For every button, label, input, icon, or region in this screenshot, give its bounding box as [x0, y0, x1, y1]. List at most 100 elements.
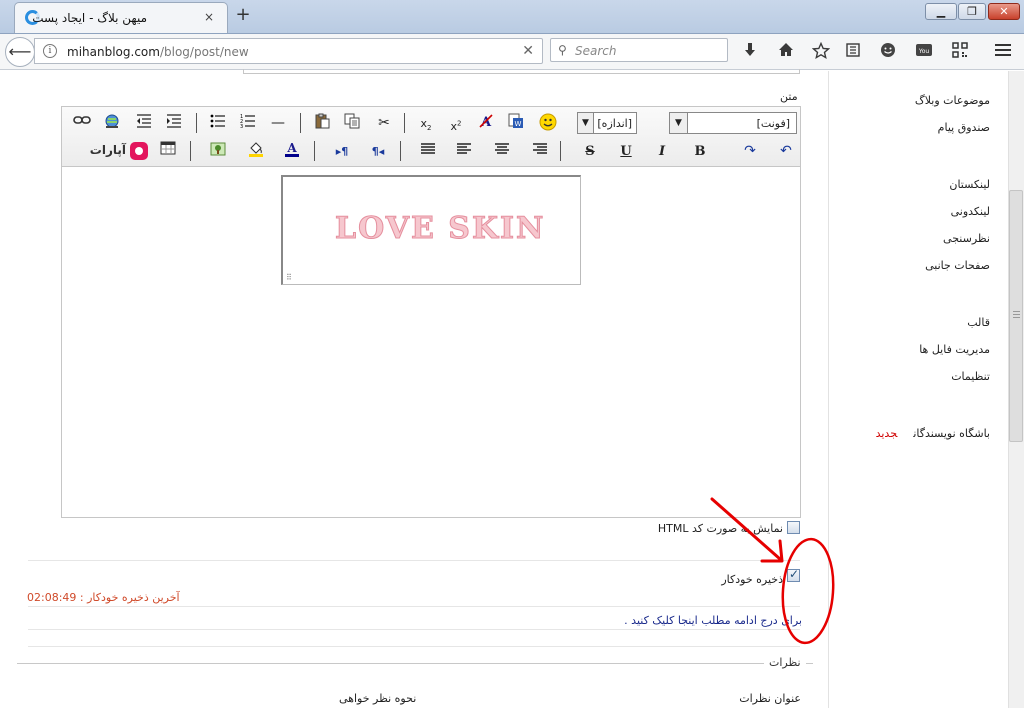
unordered-list-button[interactable] — [208, 113, 228, 133]
sidebar-item-link-dump[interactable]: لینکدونی — [951, 205, 990, 218]
align-center-button[interactable] — [492, 141, 512, 161]
divider — [28, 629, 800, 630]
strikethrough-icon: S — [585, 144, 595, 159]
superscript-button[interactable]: x2 — [446, 113, 466, 133]
body-label: متن — [780, 90, 798, 103]
window-close-button[interactable]: ✕ — [988, 3, 1020, 20]
resize-grip-icon[interactable]: ⠿ — [286, 273, 292, 282]
ltr-direction-button[interactable]: ▸¶ — [332, 141, 352, 161]
align-justify-icon — [421, 143, 435, 154]
toolbar-separator — [404, 113, 405, 133]
title-input-bottom[interactable] — [243, 69, 800, 74]
font-size-select[interactable]: ▼ [اندازه] — [577, 112, 637, 134]
horizontal-rule-icon: — — [271, 115, 285, 131]
toolbar-separator — [400, 141, 401, 161]
align-justify-button[interactable] — [418, 141, 438, 161]
site-info-icon[interactable]: i — [43, 44, 57, 58]
subscript-icon: x2 — [420, 117, 432, 133]
smiley-addon-icon[interactable] — [878, 42, 898, 62]
font-select[interactable]: ▼ [فونت] — [669, 112, 797, 134]
horizontal-rule-button[interactable]: — — [268, 113, 288, 133]
aparat-logo-icon — [130, 142, 148, 160]
downloads-icon[interactable] — [740, 42, 760, 62]
paste-from-word-button[interactable]: W — [506, 113, 526, 133]
aparat-video-button[interactable]: آپارات — [86, 141, 148, 161]
smiley-icon — [539, 113, 557, 131]
cut-button[interactable]: ✂ — [374, 113, 394, 133]
comments-legend: نظرات — [764, 656, 806, 669]
youtube-icon[interactable]: You — [914, 42, 934, 62]
aparat-label: آپارات — [89, 143, 126, 157]
unlink-button[interactable] — [72, 113, 92, 133]
emoticon-button[interactable] — [538, 113, 558, 133]
indent-button[interactable] — [164, 113, 184, 133]
address-bar[interactable]: i mihanblog.com/blog/post/new ✕ — [34, 38, 543, 64]
sidebar-item-file-manager[interactable]: مدیریت فایل ها — [919, 343, 990, 356]
superscript-icon: x2 — [450, 119, 462, 133]
sidebar-item-settings[interactable]: تنظیمات — [951, 370, 990, 383]
search-box[interactable]: ⚲ Search — [550, 38, 728, 62]
rich-text-editor[interactable]: ▼ [فونت] ▼ [اندازه] W A x2 x2 ✂ — [61, 106, 801, 518]
reader-list-icon[interactable] — [843, 42, 863, 62]
insert-table-button[interactable] — [158, 141, 178, 161]
svg-text:3: 3 — [240, 124, 243, 129]
page-scrollbar-thumb[interactable] — [1009, 190, 1023, 442]
image-icon — [210, 142, 226, 156]
sidebar-item-blog-topics[interactable]: موضوعات وبلاگ — [915, 94, 990, 107]
back-button[interactable]: ⟵ — [5, 37, 35, 67]
font-color-button[interactable]: A — [282, 141, 302, 161]
remove-format-button[interactable]: A — [476, 113, 496, 133]
window-minimize-button[interactable]: ▁ — [925, 3, 957, 20]
tab-close-icon[interactable]: × — [201, 9, 217, 25]
comments-mode-label: نحوه نظر خواهی — [339, 692, 417, 705]
sidebar-item-polls[interactable]: نظرسنجی — [943, 232, 990, 245]
paste-icon — [315, 113, 330, 129]
browser-tab-active[interactable]: میهن بلاگ - ایجاد پست × — [14, 2, 228, 33]
redo-button[interactable]: ↷ — [740, 141, 760, 161]
word-icon: W — [508, 113, 523, 128]
font-select-value: [فونت] — [756, 117, 790, 130]
sidebar-item-pages[interactable]: صفحات جانبی — [925, 259, 990, 272]
hamburger-menu-icon[interactable] — [993, 42, 1013, 62]
bookmark-star-icon[interactable] — [811, 41, 831, 62]
new-tab-button[interactable]: + — [232, 4, 254, 26]
sidebar-item-inbox[interactable]: صندوق پیام — [938, 121, 990, 134]
paste-button[interactable] — [312, 113, 332, 133]
undo-icon: ↶ — [780, 143, 792, 159]
new-badge: جدید — [875, 427, 898, 440]
bold-button[interactable]: B — [690, 141, 710, 161]
browser-title-bar: میهن بلاگ - ایجاد پست × + ▁ ❐ ✕ — [0, 0, 1024, 34]
browser-nav-bar: ⟵ i mihanblog.com/blog/post/new ✕ ⚲ Sear… — [0, 34, 1024, 70]
insert-link-button[interactable] — [102, 113, 122, 133]
address-url: mihanblog.com/blog/post/new — [67, 45, 249, 59]
subscript-button[interactable]: x2 — [416, 113, 436, 133]
rtl-direction-icon: ¶◂ — [371, 145, 385, 158]
qr-code-icon[interactable] — [950, 42, 970, 62]
sidebar-item-links[interactable]: لینکستان — [949, 178, 990, 191]
sidebar-item-writers-club[interactable]: باشگاه نویسندگان جدید — [876, 427, 990, 440]
toolbar-separator — [196, 113, 197, 133]
insert-image-button[interactable] — [208, 141, 228, 161]
copy-button[interactable] — [342, 113, 362, 133]
undo-button[interactable]: ↶ — [776, 141, 796, 161]
indent-icon — [167, 114, 181, 128]
bold-icon: B — [694, 144, 706, 159]
writers-club-label: باشگاه نویسندگان — [913, 427, 990, 440]
outdent-button[interactable] — [134, 113, 154, 133]
rtl-direction-button[interactable]: ¶◂ — [368, 141, 388, 161]
underline-button[interactable]: U — [616, 141, 636, 161]
clear-url-icon[interactable]: ✕ — [522, 43, 534, 59]
ordered-list-button[interactable]: 123 — [238, 113, 258, 133]
strikethrough-button[interactable]: S — [580, 141, 600, 161]
window-maximize-button[interactable]: ❐ — [958, 3, 986, 20]
italic-button[interactable]: I — [652, 141, 672, 161]
embedded-image[interactable]: LOVE SKIN ⠿ — [281, 175, 581, 285]
sidebar-item-template[interactable]: قالب — [967, 316, 990, 329]
globe-link-icon — [105, 114, 119, 128]
highlight-color-button[interactable] — [246, 141, 266, 161]
ordered-list-icon: 123 — [240, 114, 255, 130]
home-icon[interactable] — [776, 42, 796, 62]
remove-format-icon: A — [479, 114, 493, 130]
align-left-button[interactable] — [454, 141, 474, 161]
align-right-button[interactable] — [530, 141, 550, 161]
